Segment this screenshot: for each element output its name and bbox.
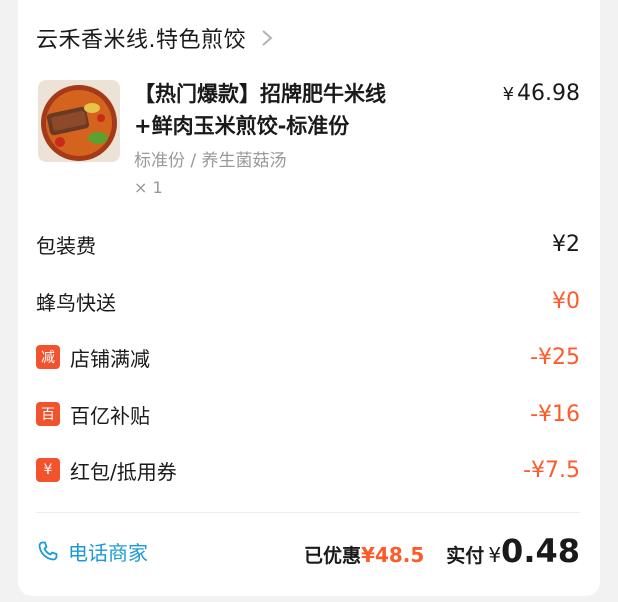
fee-value: ¥0 [552, 288, 580, 314]
store-name[interactable]: 云禾香米线.特色煎饺 [36, 22, 246, 54]
fee-label: 店铺满减 [70, 346, 150, 371]
fee-row-packaging: 包装费 ¥2 [36, 224, 580, 264]
subsidy-badge-icon: 百 [36, 402, 60, 426]
fee-row-coupon: ¥ 红包/抵用券 -¥7.5 [36, 450, 580, 490]
item-price: ¥46.98 [503, 78, 580, 111]
order-card: 云禾香米线.特色煎饺 【热门爆款】招牌肥牛米线 +鲜肉玉米煎饺-标准份 ¥46.… [18, 0, 600, 596]
discount-badge-icon: 减 [36, 345, 60, 369]
item-price-symbol: ¥ [502, 84, 515, 105]
fee-label-wrap: ¥ 红包/抵用券 [36, 456, 177, 485]
store-header[interactable]: 云禾香米线.特色煎饺 [36, 22, 278, 54]
fee-label-wrap: 减 店铺满减 [36, 343, 150, 372]
chevron-right-icon[interactable] [256, 27, 278, 49]
fee-value: -¥25 [530, 344, 580, 370]
item-title-line1: 【热门爆款】招牌肥牛米线 [134, 82, 386, 106]
fee-row-subsidy: 百 百亿补贴 -¥16 [36, 394, 580, 434]
fee-row-delivery: 蜂鸟快送 ¥0 [36, 281, 580, 321]
item-spec: 标准份 / 养生菌菇汤 [134, 151, 287, 171]
coupon-badge-icon: ¥ [36, 458, 60, 482]
fee-label: 蜂鸟快送 [36, 290, 116, 315]
saved-label: 已优惠 [304, 545, 362, 567]
phone-icon [38, 541, 58, 561]
item-quantity: × 1 [134, 178, 163, 197]
fee-label-wrap: 百 百亿补贴 [36, 400, 150, 429]
item-title-line2: +鲜肉玉米煎饺-标准份 [134, 114, 350, 138]
order-footer: 电话商家 已优惠 ¥48.5 实付 ¥ 0.48 [36, 526, 580, 576]
paid-value: 0.48 [501, 532, 580, 570]
saved-value: ¥48.5 [361, 543, 425, 567]
call-merchant-label[interactable]: 电话商家 [68, 537, 148, 566]
food-image[interactable] [38, 80, 120, 162]
item-price-value: 46.98 [517, 81, 580, 106]
fee-label: 红包/抵用券 [70, 459, 177, 484]
fee-value: -¥7.5 [523, 457, 580, 483]
divider [36, 512, 580, 513]
fee-row-store-discount: 减 店铺满减 -¥25 [36, 337, 580, 377]
payment-summary: 已优惠 ¥48.5 实付 ¥ 0.48 [304, 532, 580, 570]
fee-label: 包装费 [36, 233, 96, 258]
fee-label: 百亿补贴 [70, 403, 150, 428]
paid-currency-symbol: ¥ [488, 543, 502, 567]
call-merchant-button[interactable]: 电话商家 [36, 537, 148, 566]
fee-value: -¥16 [530, 401, 580, 427]
item-title: 【热门爆款】招牌肥牛米线 +鲜肉玉米煎饺-标准份 [134, 78, 454, 142]
fee-value: ¥2 [552, 231, 580, 257]
paid-label: 实付 [446, 545, 485, 567]
